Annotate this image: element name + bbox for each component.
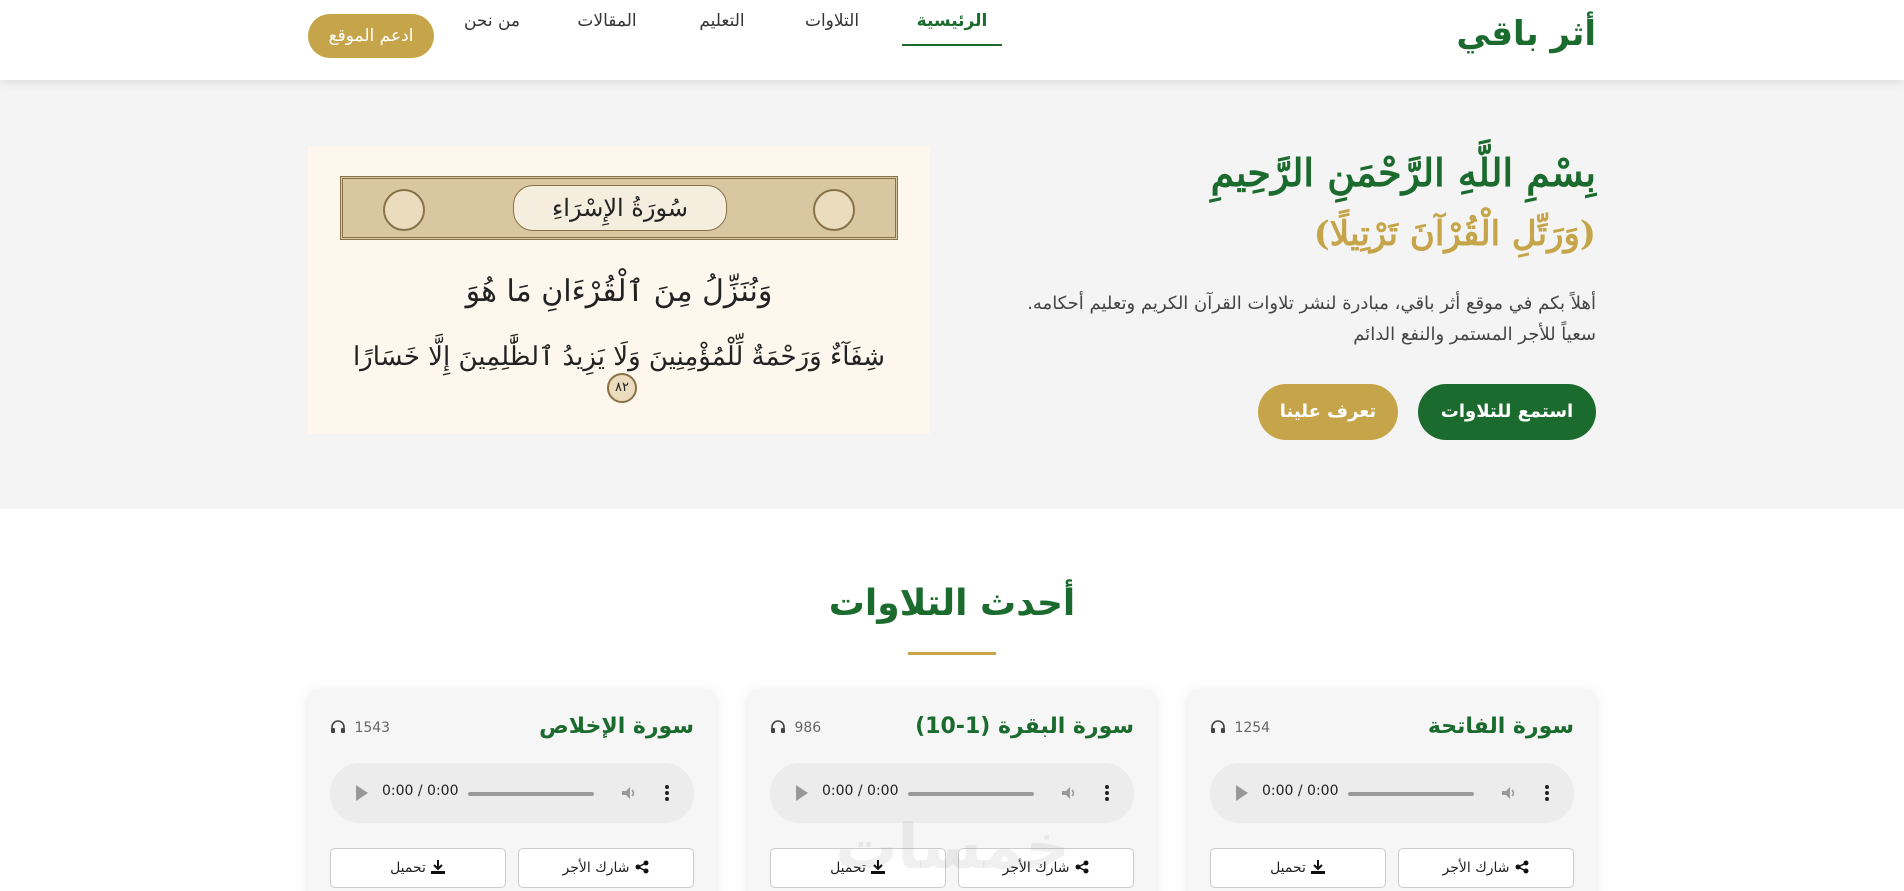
volume-icon[interactable] [620, 784, 638, 802]
volume-icon[interactable] [1500, 784, 1518, 802]
download-icon [430, 860, 445, 874]
download-icon [1310, 860, 1325, 874]
audio-time: 0:00 / 0:00 [1262, 783, 1339, 799]
about-us-button[interactable]: تعرف علينا [1258, 384, 1398, 440]
volume-icon[interactable] [1060, 784, 1078, 802]
surah-banner: سُورَةُ الإِسْرَاءِ [340, 176, 898, 240]
hero-basmala: بِسْمِ اللَّهِ الرَّحْمَنِ الرَّحِيمِ [1210, 150, 1596, 195]
audio-progress-bar[interactable] [468, 792, 594, 796]
download-button[interactable]: تحميل [1210, 848, 1386, 888]
site-logo[interactable]: أثر باقي [1456, 14, 1596, 54]
nav-item-recitations[interactable]: التلاوات [792, 0, 872, 46]
share-label: شارك الأجر [562, 860, 630, 876]
share-label: شارك الأجر [1442, 860, 1510, 876]
card-title: سورة الفاتحة [1427, 714, 1574, 739]
more-vertical-icon[interactable] [664, 783, 670, 803]
hero-description: أهلاً بكم في موقع أثر باقي، مبادرة لنشر … [976, 288, 1596, 350]
watermark-logo: خمسات [835, 810, 1070, 883]
ayah-line-1: وَنُنَزِّلُ مِنَ ٱلْقُرْءَانِ مَا هُوَ [465, 274, 773, 309]
headphones-icon [331, 720, 345, 733]
audio-progress-bar[interactable] [1348, 792, 1474, 796]
hero-description-line2: سعياً للأجر المستمر والنفع الدائم [1353, 324, 1596, 345]
audio-time: 0:00 / 0:00 [382, 783, 459, 799]
nav-item-about[interactable]: من نحن [452, 0, 532, 46]
card-title: سورة الإخلاص [539, 714, 694, 739]
download-label: تحميل [390, 860, 426, 876]
play-count-value: 1543 [354, 720, 391, 736]
download-button[interactable]: تحميل [330, 848, 506, 888]
play-icon[interactable] [1236, 785, 1248, 801]
share-icon [1515, 860, 1528, 874]
play-count-value: 1254 [1234, 720, 1271, 736]
nav-item-home[interactable]: الرئيسية [902, 0, 1002, 46]
quran-verse-image: سُورَةُ الإِسْرَاءِ وَنُنَزِّلُ مِنَ ٱلْ… [308, 146, 930, 434]
rosette-ornament-icon [383, 189, 425, 231]
audio-player[interactable]: 0:00 / 0:00 [330, 763, 694, 823]
audio-time: 0:00 / 0:00 [822, 783, 899, 799]
play-count: 1543 [330, 720, 390, 736]
headphones-icon [1211, 720, 1225, 733]
share-icon [1075, 860, 1088, 874]
audio-player[interactable]: 0:00 / 0:00 [1210, 763, 1574, 823]
listen-recitations-button[interactable]: استمع للتلاوات [1418, 384, 1596, 440]
latest-recitations-title: أحدث التلاوات [828, 583, 1076, 624]
card-title: سورة البقرة (1-10) [915, 714, 1134, 739]
play-count: 986 [770, 720, 821, 736]
ayah-line-2: شِفَآءٌ وَرَحْمَةٌ لِّلْمُؤْمِنِينَ وَلَ… [338, 342, 900, 403]
audio-progress-bar[interactable] [908, 792, 1034, 796]
recitation-card: سورة الفاتحة 1254 0:00 / 0:00 شارك الأجر… [1188, 690, 1596, 891]
share-button[interactable]: شارك الأجر [1398, 848, 1574, 888]
play-count-value: 986 [794, 720, 822, 736]
recitation-card: سورة الإخلاص 1543 0:00 / 0:00 شارك الأجر… [308, 690, 716, 891]
play-count: 1254 [1210, 720, 1270, 736]
share-icon [635, 860, 648, 874]
share-button[interactable]: شارك الأجر [518, 848, 694, 888]
ayah-number-icon: ٨٢ [607, 373, 637, 403]
play-icon[interactable] [796, 785, 808, 801]
ayah-line-2-text: شِفَآءٌ وَرَحْمَةٌ لِّلْمُؤْمِنِينَ وَلَ… [352, 342, 886, 372]
nav-item-articles[interactable]: المقالات [562, 0, 652, 46]
rosette-ornament-icon [813, 189, 855, 231]
hero-verse: (وَرَتِّلِ الْقُرْآنَ تَرْتِيلًا) [1313, 214, 1596, 254]
section-underline [908, 652, 996, 655]
site-header: أثر باقي الرئيسية التلاوات التعليم المقا… [0, 0, 1904, 80]
play-icon[interactable] [356, 785, 368, 801]
hero-description-line1: أهلاً بكم في موقع أثر باقي، مبادرة لنشر … [1027, 293, 1596, 314]
more-vertical-icon[interactable] [1544, 783, 1550, 803]
more-vertical-icon[interactable] [1104, 783, 1110, 803]
hero-section: بِسْمِ اللَّهِ الرَّحْمَنِ الرَّحِيمِ (و… [0, 80, 1904, 509]
headphones-icon [771, 720, 785, 733]
support-site-button[interactable]: ادعم الموقع [308, 14, 434, 58]
nav-item-education[interactable]: التعليم [682, 0, 762, 46]
download-label: تحميل [1270, 860, 1306, 876]
surah-name: سُورَةُ الإِسْرَاءِ [513, 185, 727, 231]
